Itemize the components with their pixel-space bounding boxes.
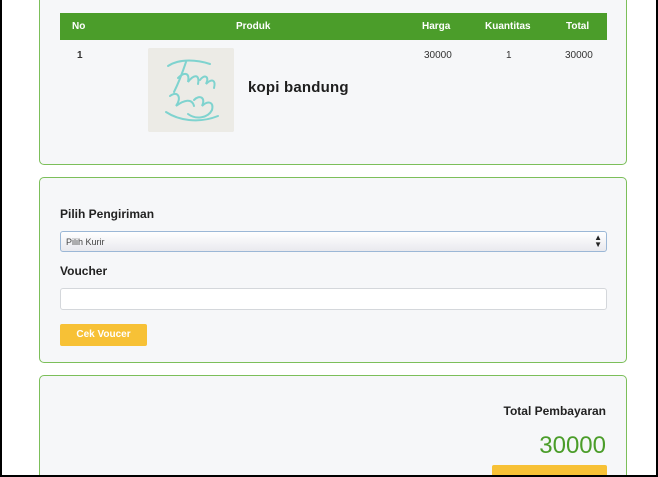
check-voucher-button[interactable]: Cek Voucer (60, 324, 147, 346)
cart-table-header: No Produk Harga Kuantitas Total (60, 13, 607, 40)
header-price: Harga (422, 21, 451, 32)
row-total: 30000 (565, 50, 593, 61)
total-amount: 30000 (539, 432, 606, 459)
shipping-label: Pilih Pengiriman (60, 207, 155, 221)
voucher-input[interactable] (60, 288, 607, 310)
cart-panel: No Produk Harga Kuantitas Total 1 kopi b… (39, 0, 627, 165)
checkout-page: No Produk Harga Kuantitas Total 1 kopi b… (0, 0, 658, 477)
total-panel: Total Pembayaran 30000 (39, 375, 627, 475)
header-total: Total (566, 21, 590, 32)
header-product: Produk (236, 21, 271, 32)
voucher-label: Voucher (60, 264, 108, 278)
shipping-panel: Pilih Pengiriman Pilih Kurir ▲ ▼ Voucher … (39, 177, 627, 363)
header-no: No (72, 21, 86, 32)
row-quantity: 1 (506, 50, 512, 61)
courier-select-value: Pilih Kurir (66, 237, 105, 247)
row-price: 30000 (424, 50, 452, 61)
product-image (148, 48, 234, 132)
product-name[interactable]: kopi bandung (248, 79, 349, 96)
pay-button[interactable] (492, 465, 607, 475)
header-quantity: Kuantitas (485, 21, 531, 32)
row-no: 1 (77, 50, 83, 61)
total-label: Total Pembayaran (503, 404, 606, 418)
select-arrows-icon: ▲ ▼ (594, 233, 602, 249)
courier-select[interactable]: Pilih Kurir ▲ ▼ (60, 231, 607, 252)
